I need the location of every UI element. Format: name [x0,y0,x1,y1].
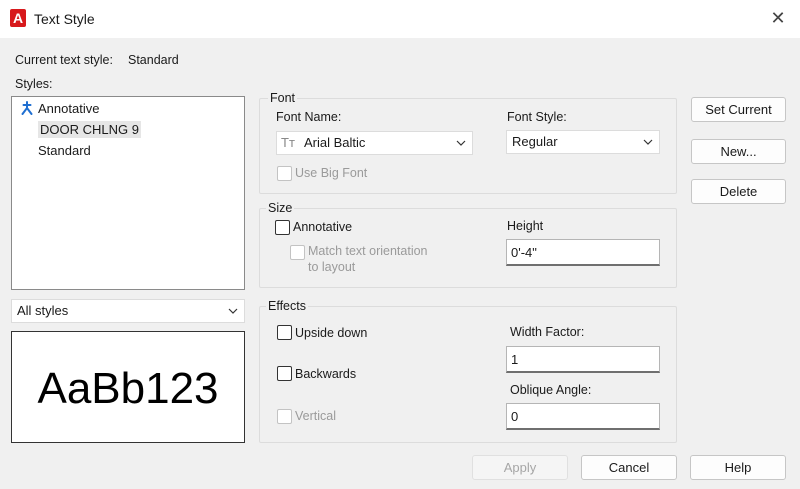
height-label: Height [507,219,544,233]
height-value: 0'-4" [511,245,537,260]
vertical-label: Vertical [295,409,336,423]
annotative-icon [21,101,33,115]
width-factor-input[interactable]: 1 [506,346,660,373]
help-button[interactable]: Help [690,455,786,480]
annotative-label: Annotative [293,220,353,234]
window-title: Text Style [34,11,95,27]
upside-down-checkbox[interactable] [277,325,292,340]
styles-list[interactable]: Annotative DOOR CHLNG 9 Standard [11,96,245,290]
match-orientation-label: Match text orientation [308,244,428,258]
delete-button[interactable]: Delete [691,179,786,204]
height-input[interactable]: 0'-4" [506,239,660,266]
close-icon: ✕ [770,8,786,28]
current-style-label: Current text style: [15,53,113,67]
font-style-dropdown[interactable]: Regular [506,130,660,154]
new-button[interactable]: New... [691,139,786,164]
style-preview: AaBb123 [11,331,245,443]
font-name-value: Arial Baltic [304,135,366,150]
font-style-label: Font Style: [507,110,567,124]
size-group-title: Size [266,201,295,215]
list-item[interactable]: Standard [12,141,91,161]
chevron-down-icon [456,140,466,146]
oblique-angle-input[interactable]: 0 [506,403,660,430]
title-bar: A Text Style ✕ [0,0,800,38]
annotative-checkbox[interactable] [275,220,290,235]
width-factor-label: Width Factor: [510,325,585,339]
upside-down-label: Upside down [295,326,368,340]
vertical-checkbox[interactable] [277,409,292,424]
styles-filter-value: All styles [17,303,69,318]
set-current-button[interactable]: Set Current [691,97,786,122]
effects-group-title: Effects [266,299,308,313]
current-style-value: Standard [128,53,179,67]
match-orientation-checkbox[interactable] [290,245,305,260]
width-factor-value: 1 [511,352,519,367]
list-item[interactable]: Annotative [12,99,99,119]
styles-filter-dropdown[interactable]: All styles [11,299,245,323]
list-item-selected[interactable]: DOOR CHLNG 9 [12,120,141,140]
truetype-font-icon: Tт [281,135,295,150]
font-style-value: Regular [512,134,558,149]
backwards-label: Backwards [295,367,357,381]
styles-label: Styles: [15,77,53,91]
apply-button[interactable]: Apply [472,455,568,480]
list-item-label: Annotative [38,101,100,116]
preview-sample-text: AaBb123 [37,364,219,413]
autocad-logo-icon: A [10,9,26,27]
use-big-font-checkbox[interactable] [277,166,292,181]
chevron-down-icon [228,308,238,314]
cancel-button[interactable]: Cancel [581,455,677,480]
backwards-checkbox[interactable] [277,366,292,381]
chevron-down-icon [643,139,653,145]
use-big-font-label: Use Big Font [295,166,368,180]
list-item-label: DOOR CHLNG 9 [38,121,141,138]
list-item-label: Standard [38,143,91,158]
oblique-angle-value: 0 [511,409,519,424]
match-orientation-label-2: to layout [308,260,356,274]
font-group-title: Font [268,91,298,105]
close-button[interactable]: ✕ [760,2,796,34]
font-name-label: Font Name: [276,110,342,124]
oblique-angle-label: Oblique Angle: [510,383,592,397]
font-name-dropdown[interactable]: Tт Arial Baltic [276,131,473,155]
